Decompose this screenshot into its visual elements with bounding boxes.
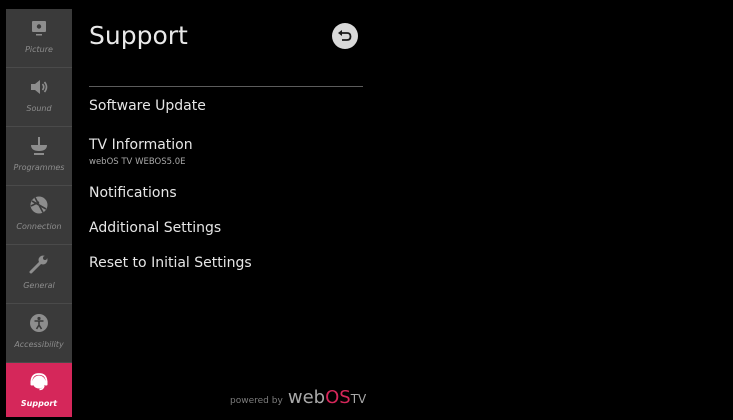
globe-icon	[30, 196, 48, 214]
sidebar-item-accessibility[interactable]: Accessibility	[6, 304, 72, 363]
brand-tv: TV	[350, 392, 367, 406]
speaker-icon	[31, 80, 48, 94]
sidebar-item-sound[interactable]: Sound	[6, 68, 72, 127]
headset-icon	[30, 373, 48, 391]
picture-icon	[32, 21, 46, 36]
page-title: Support	[89, 21, 188, 50]
wrench-icon	[29, 255, 48, 274]
settings-screen: Picture Sound Programmes Connection Gene…	[6, 9, 730, 417]
accessibility-icon	[30, 314, 48, 332]
brand-web: web	[287, 387, 326, 408]
brand-os: OS	[325, 387, 351, 408]
tv-information-value: webOS TV WEBOS5.0E	[89, 157, 186, 167]
sidebar-item-label: Programmes	[13, 163, 65, 172]
sidebar-item-label: Support	[20, 399, 58, 408]
title-divider	[89, 86, 363, 87]
sidebar-item-picture[interactable]: Picture	[6, 9, 72, 68]
menu-item-reset-to-initial-settings[interactable]: Reset to Initial Settings	[89, 255, 252, 271]
sidebar-item-label: Picture	[25, 45, 53, 54]
back-arrow-icon	[338, 30, 352, 41]
menu-item-notifications[interactable]: Notifications	[89, 185, 177, 201]
sidebar-item-label: Sound	[26, 104, 52, 113]
sidebar-item-general[interactable]: General	[6, 245, 72, 304]
sidebar-item-label: Connection	[16, 222, 62, 231]
antenna-icon	[31, 137, 47, 155]
powered-by-webos-logo: powered by webOSTV	[230, 387, 366, 408]
back-button[interactable]	[332, 23, 358, 49]
sidebar-item-support[interactable]: Support	[6, 363, 72, 417]
powered-by-text: powered by	[230, 396, 283, 406]
menu-item-additional-settings[interactable]: Additional Settings	[89, 220, 221, 236]
sidebar-item-programmes[interactable]: Programmes	[6, 127, 72, 186]
category-sidebar: Picture Sound Programmes Connection Gene…	[6, 9, 72, 417]
menu-item-software-update[interactable]: Software Update	[89, 98, 206, 114]
sidebar-item-label: Accessibility	[14, 340, 64, 349]
sidebar-item-label: General	[23, 281, 55, 290]
menu-item-tv-information[interactable]: TV Information	[89, 137, 193, 153]
sidebar-item-connection[interactable]: Connection	[6, 186, 72, 245]
